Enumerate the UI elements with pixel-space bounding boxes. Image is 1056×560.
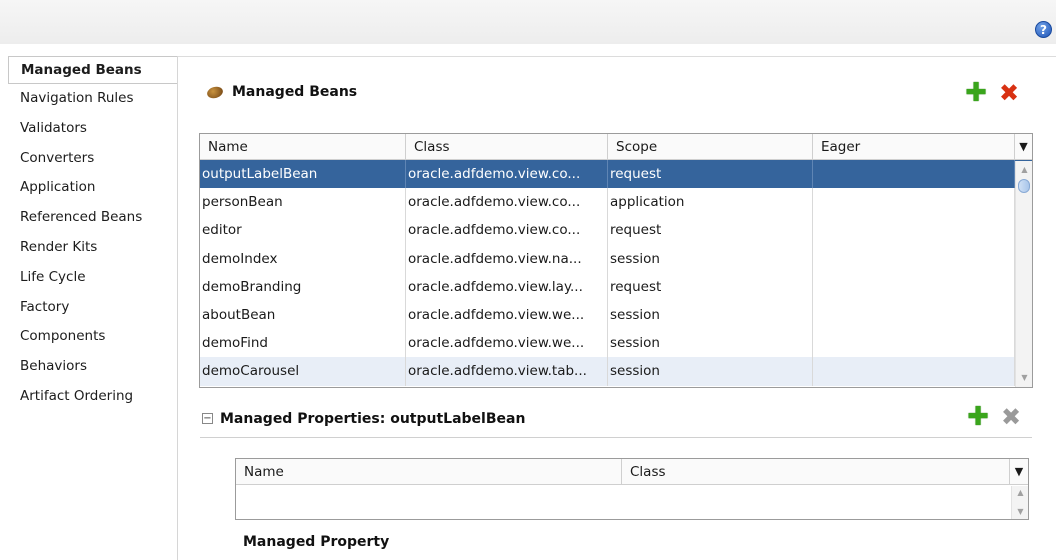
properties-scrollbar[interactable]: ▲ ▼ (1011, 486, 1028, 519)
properties-table: Name Class ▼ ▲ ▼ (235, 458, 1029, 520)
cell-eager (813, 160, 1015, 189)
cell-scope: request (608, 272, 813, 301)
sidebar-item-application[interactable]: Application (8, 173, 177, 203)
table-row[interactable]: outputLabelBean oracle.adfdemo.view.co..… (200, 160, 1032, 189)
cell-name: demoBranding (200, 272, 406, 301)
cell-name: outputLabelBean (200, 160, 406, 189)
vertical-scrollbar[interactable]: ▲ ▼ (1015, 161, 1032, 387)
table-row[interactable]: aboutBean oracle.adfdemo.view.we... sess… (200, 300, 1032, 330)
cell-scope: session (608, 329, 813, 358)
collapse-icon[interactable]: − (202, 413, 213, 424)
add-bean-icon[interactable]: ✚ (965, 80, 987, 106)
cell-name: editor (200, 216, 406, 245)
help-icon[interactable]: ? (1035, 21, 1052, 38)
table-row[interactable]: demoIndex oracle.adfdemo.view.na... sess… (200, 244, 1032, 273)
cell-scope: application (608, 188, 813, 217)
cell-name: demoIndex (200, 244, 406, 273)
scroll-thumb[interactable] (1018, 179, 1030, 193)
scroll-down-icon[interactable]: ▼ (1016, 371, 1033, 385)
cell-class: oracle.adfdemo.view.na... (406, 244, 608, 273)
properties-table-header: Name Class ▼ (236, 459, 1028, 485)
cell-class: oracle.adfdemo.view.lay... (406, 272, 608, 301)
cell-eager (813, 216, 1015, 245)
sidebar-item-artifact-ordering[interactable]: Artifact Ordering (8, 382, 177, 412)
scroll-up-icon[interactable]: ▲ (1016, 163, 1033, 177)
scroll-up-icon[interactable]: ▲ (1012, 487, 1029, 499)
cell-name: personBean (200, 188, 406, 217)
column-header-name[interactable]: Name (200, 134, 406, 159)
section-title: Managed Beans (232, 84, 358, 100)
cell-scope: session (608, 244, 813, 273)
cell-name: aboutBean (200, 300, 406, 330)
table-row[interactable]: demoFind oracle.adfdemo.view.we... sessi… (200, 329, 1032, 358)
sidebar-item-life-cycle[interactable]: Life Cycle (8, 263, 177, 293)
cell-eager (813, 357, 1015, 386)
column-header-name[interactable]: Name (236, 459, 622, 484)
managed-property-title: Managed Property (243, 534, 390, 550)
cell-eager (813, 329, 1015, 358)
cell-scope: session (608, 357, 813, 386)
cell-name: demoCarousel (200, 357, 406, 386)
column-header-class[interactable]: Class (406, 134, 608, 159)
cell-class: oracle.adfdemo.view.we... (406, 329, 608, 358)
sidebar-item-converters[interactable]: Converters (8, 144, 177, 174)
sidebar-item-validators[interactable]: Validators (8, 114, 177, 144)
table-row[interactable]: personBean oracle.adfdemo.view.co... app… (200, 188, 1032, 217)
table-row[interactable]: demoCarousel oracle.adfdemo.view.tab... … (200, 357, 1032, 386)
column-header-class[interactable]: Class (622, 459, 1010, 484)
cell-eager (813, 244, 1015, 273)
properties-title: Managed Properties: outputLabelBean (220, 411, 526, 427)
column-menu-icon[interactable]: ▼ (1010, 459, 1028, 484)
sidebar-item-referenced-beans[interactable]: Referenced Beans (8, 203, 177, 233)
add-property-icon[interactable]: ✚ (967, 404, 989, 430)
bean-icon (205, 85, 225, 100)
column-header-eager[interactable]: Eager (813, 134, 1015, 159)
delete-bean-icon[interactable]: ✖ (998, 81, 1020, 105)
cell-eager (813, 300, 1015, 330)
cell-class: oracle.adfdemo.view.co... (406, 160, 608, 189)
table-row[interactable]: demoBranding oracle.adfdemo.view.lay... … (200, 272, 1032, 301)
beans-table: Name Class Scope Eager ▼ outputLabelBean… (199, 133, 1033, 388)
cell-scope: session (608, 300, 813, 330)
cell-name: demoFind (200, 329, 406, 358)
column-menu-icon[interactable]: ▼ (1015, 134, 1032, 159)
column-header-scope[interactable]: Scope (608, 134, 813, 159)
cell-scope: request (608, 216, 813, 245)
sidebar-item-factory[interactable]: Factory (8, 293, 177, 323)
sidebar-item-behaviors[interactable]: Behaviors (8, 352, 177, 382)
sidebar-item-render-kits[interactable]: Render Kits (8, 233, 177, 263)
cell-eager (813, 188, 1015, 217)
cell-scope: request (608, 160, 813, 189)
cell-eager (813, 272, 1015, 301)
section-divider (200, 437, 1032, 438)
top-bar (0, 0, 1056, 44)
delete-property-icon: ✖ (1000, 403, 1022, 431)
table-body: outputLabelBean oracle.adfdemo.view.co..… (200, 160, 1032, 386)
cell-class: oracle.adfdemo.view.co... (406, 216, 608, 245)
cell-class: oracle.adfdemo.view.tab... (406, 357, 608, 386)
cell-class: oracle.adfdemo.view.we... (406, 300, 608, 330)
sidebar-item-components[interactable]: Components (8, 322, 177, 352)
cell-class: oracle.adfdemo.view.co... (406, 188, 608, 217)
table-row[interactable]: editor oracle.adfdemo.view.co... request (200, 216, 1032, 245)
table-header: Name Class Scope Eager ▼ (200, 134, 1032, 160)
scroll-down-icon[interactable]: ▼ (1012, 506, 1029, 518)
sidebar: Managed Beans Navigation Rules Validator… (8, 56, 178, 560)
sidebar-item-navigation-rules[interactable]: Navigation Rules (8, 84, 177, 114)
sidebar-item-managed-beans[interactable]: Managed Beans (8, 56, 177, 84)
